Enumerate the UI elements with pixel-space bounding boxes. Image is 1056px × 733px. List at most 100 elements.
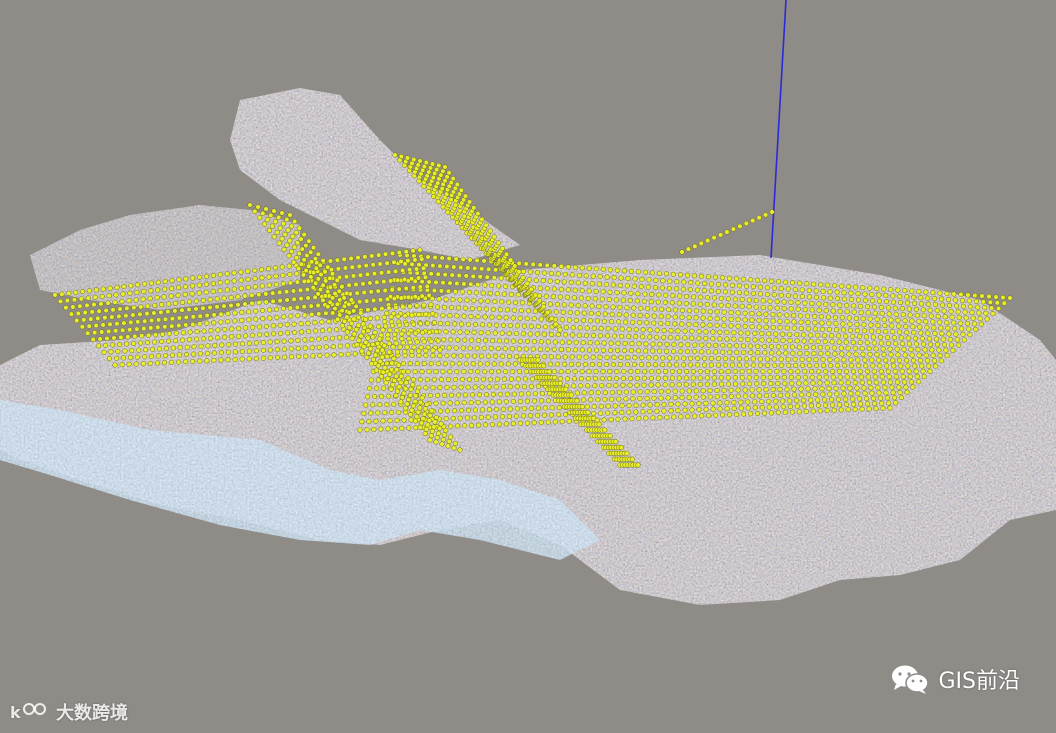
- camera-point: [725, 381, 732, 387]
- camera-point: [651, 389, 657, 395]
- camera-point: [829, 397, 835, 403]
- camera-point: [370, 356, 377, 362]
- camera-point: [128, 283, 134, 289]
- camera-point: [260, 307, 266, 314]
- camera-point: [517, 315, 523, 321]
- camera-point: [977, 316, 983, 322]
- camera-point: [339, 323, 345, 329]
- camera-point: [376, 324, 382, 330]
- camera-point: [895, 287, 901, 293]
- camera-point: [619, 409, 625, 416]
- camera-point: [197, 321, 203, 327]
- camera-point: [621, 290, 627, 296]
- camera-point: [679, 321, 685, 327]
- camera-point: [224, 279, 230, 285]
- camera-point: [720, 412, 726, 418]
- camera-point: [534, 331, 540, 337]
- camera-point: [371, 271, 378, 277]
- camera-point: [649, 368, 655, 375]
- camera-point: [525, 308, 531, 314]
- camera-point: [599, 383, 605, 389]
- camera-point: [506, 299, 512, 305]
- camera-point: [458, 384, 464, 390]
- camera-point: [790, 350, 796, 356]
- camera-point: [386, 349, 392, 355]
- camera-point: [417, 284, 423, 290]
- camera-point: [966, 326, 972, 332]
- camera-point: [524, 338, 530, 344]
- camera-point: [690, 375, 696, 381]
- camera-point: [426, 369, 432, 375]
- camera-point: [820, 288, 826, 294]
- camera-point: [804, 281, 810, 287]
- point-cloud-viewport[interactable]: [0, 0, 1056, 733]
- camera-point: [926, 336, 932, 342]
- camera-point: [152, 339, 158, 345]
- camera-point: [370, 262, 376, 268]
- camera-point: [890, 357, 896, 363]
- camera-point: [483, 392, 490, 398]
- camera-point: [362, 254, 368, 260]
- camera-point: [706, 349, 712, 355]
- camera-point: [581, 310, 587, 316]
- camera-point: [824, 408, 830, 414]
- camera-point: [641, 298, 647, 304]
- camera-point: [354, 290, 360, 296]
- camera-point: [731, 336, 737, 342]
- camera-point: [889, 323, 895, 329]
- camera-point: [459, 289, 465, 295]
- camera-point: [576, 272, 582, 278]
- camera-point: [917, 358, 924, 364]
- camera-point: [224, 271, 230, 277]
- camera-point: [472, 321, 479, 328]
- camera-point: [784, 312, 790, 318]
- camera-point: [231, 270, 237, 276]
- camera-point: [228, 294, 234, 301]
- camera-point: [739, 368, 745, 374]
- camera-point: [457, 208, 463, 214]
- camera-point: [892, 340, 898, 347]
- camera-point: [753, 297, 759, 303]
- camera-point: [669, 368, 676, 375]
- camera-point: [571, 295, 577, 301]
- camera-point: [912, 363, 918, 369]
- camera-point: [817, 380, 823, 386]
- camera-point: [714, 387, 720, 394]
- camera-point: [715, 288, 721, 294]
- camera-point: [634, 382, 640, 388]
- camera-point: [114, 284, 120, 290]
- camera-point: [754, 410, 761, 417]
- camera-point: [544, 262, 550, 268]
- camera-point: [398, 373, 404, 379]
- camera-point: [388, 314, 394, 320]
- camera-point: [607, 289, 613, 295]
- camera-point: [675, 328, 681, 334]
- camera-point: [617, 304, 623, 310]
- camera-point: [190, 314, 196, 320]
- camera-point: [455, 305, 462, 311]
- camera-point: [865, 304, 871, 310]
- camera-point: [600, 347, 607, 353]
- camera-point: [377, 358, 383, 364]
- camera-point: [236, 325, 242, 331]
- camera-point: [343, 334, 349, 340]
- camera-point: [676, 368, 683, 375]
- camera-point: [407, 339, 413, 345]
- camera-point: [430, 311, 436, 317]
- camera-point: [848, 296, 855, 303]
- camera-point: [618, 275, 624, 281]
- camera-point: [578, 295, 584, 301]
- camera-point: [615, 340, 621, 346]
- camera-point: [575, 361, 581, 367]
- camera-point: [749, 324, 755, 330]
- camera-point: [892, 368, 898, 374]
- camera-point: [120, 355, 127, 361]
- camera-point: [623, 396, 629, 402]
- camera-point: [296, 225, 302, 231]
- camera-point: [265, 217, 271, 223]
- camera-point: [607, 347, 614, 353]
- camera-point: [309, 345, 315, 351]
- camera-point: [715, 355, 722, 362]
- camera-point: [818, 351, 824, 357]
- camera-point: [459, 407, 465, 414]
